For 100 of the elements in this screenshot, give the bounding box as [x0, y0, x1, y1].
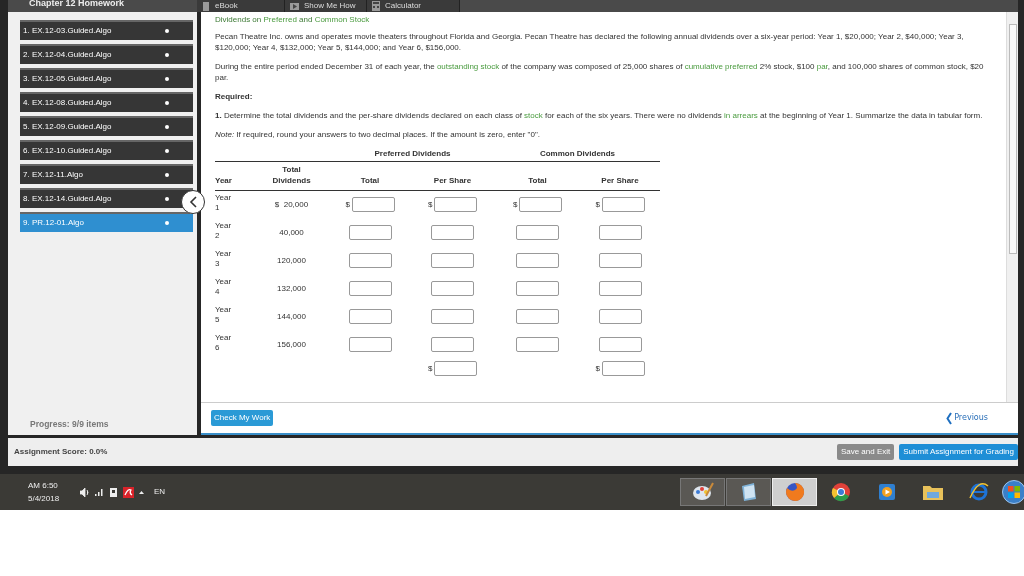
answer-field[interactable] [601, 197, 645, 213]
question-item[interactable]: 4. EX.12-08.Guided.Algo [20, 92, 193, 112]
question-item[interactable]: 7. EX.12-11.Algo [20, 164, 193, 184]
answer-field[interactable] [601, 361, 645, 376]
toolbar-tab[interactable]: Show Me How [285, 0, 367, 12]
glossary-link[interactable]: Common Stock [314, 15, 370, 24]
answer-field[interactable] [431, 225, 474, 240]
folder-icon [921, 483, 944, 501]
glossary-link[interactable]: stock [524, 111, 543, 120]
currency-sign: $ [428, 363, 434, 374]
glossary-link[interactable]: cumulative preferred [684, 62, 758, 71]
currency-sign: $ [513, 199, 519, 211]
speaker-icon[interactable] [80, 487, 90, 497]
problem-title: Dividends on Preferred and Common Stock [215, 14, 371, 25]
problem-text: Note: If required, round your answers to two decimal places. If the amount is zero, enter "0". [215, 129, 541, 140]
year-cell-text: Year 4 [215, 275, 233, 298]
e-logo-icon [967, 482, 990, 502]
windows-flag-icon [1008, 486, 1020, 498]
play-icon [877, 482, 896, 502]
chevron-left-icon [189, 196, 197, 208]
currency-sign: $ [428, 199, 434, 211]
antivirus-icon[interactable] [123, 486, 134, 498]
answer-field[interactable] [598, 309, 642, 324]
dividend-cell: $ 20,000 [253, 190, 330, 219]
answer-field[interactable] [431, 281, 474, 296]
glossary-link[interactable]: in arrears [724, 111, 758, 120]
answer-field[interactable] [431, 337, 474, 352]
answer-field[interactable] [348, 309, 392, 324]
question-item[interactable]: 2. EX.12-04.Guided.Algo [20, 44, 193, 64]
taskbar-app[interactable] [680, 478, 725, 506]
clock-date: 5/4/2018 [28, 493, 61, 505]
question-item[interactable]: 3. EX.12-05.Guided.Algo [20, 68, 193, 88]
answer-field[interactable] [516, 225, 559, 240]
taskbar-app[interactable] [726, 478, 771, 506]
fox-globe-icon [784, 482, 805, 502]
glossary-link[interactable]: Preferred [263, 15, 297, 24]
answer-field[interactable] [431, 309, 474, 324]
assignment-title: Chapter 12 Homework [28, 0, 126, 10]
answer-field[interactable] [519, 197, 562, 213]
column-header: Per Share [410, 161, 495, 191]
previous-link[interactable]: Previous [946, 411, 988, 425]
answer-field[interactable] [351, 197, 395, 213]
dividend-cell-text: 120,000 [276, 255, 307, 267]
problem-text: Required: [215, 91, 254, 102]
calculator-icon [372, 1, 380, 11]
answer-field[interactable] [516, 337, 559, 352]
column-header: Total [495, 161, 580, 191]
year-cell-text: Year 5 [215, 303, 233, 326]
toolbar-tab[interactable]: eBook [197, 0, 285, 12]
answer-field[interactable] [431, 253, 474, 268]
caret-up-icon[interactable] [139, 490, 144, 494]
answer-field[interactable] [598, 225, 642, 240]
book-icon [202, 1, 210, 11]
problem-text: Pecan Theatre Inc. owns and operates movie theaters throughout Florida and Georgia. Pecan Theatre has declared the following annual dividends over a six-year period: Year 1, $20,000; Year 2, $40,000; Year 3, $120,000; Year 4, $132,000; Year 5, $144,000; and Year 6, $156,000. [215, 31, 965, 53]
scrollbar[interactable] [1006, 12, 1018, 402]
start-button[interactable] [1002, 480, 1024, 504]
toolbar-tab[interactable]: Calculator [367, 0, 460, 12]
dividend-cell-text: 132,000 [276, 283, 307, 295]
answer-field[interactable] [598, 281, 642, 296]
answer-field[interactable] [434, 361, 477, 376]
answer-field[interactable] [516, 309, 559, 324]
column-header: Year [215, 161, 253, 191]
answer-field[interactable] [348, 337, 392, 352]
clock-time: AM 6:50 [28, 480, 59, 492]
progress-text: Progress: 9/9 items [29, 418, 110, 432]
language-indicator[interactable]: EN [154, 486, 166, 498]
submit-button[interactable]: Submit Assignment for Grading [899, 444, 1018, 460]
problem-text: During the entire period ended December 31 of each year, the outstanding stock of the company was composed of 25,000 shares of cumulative preferred 2% stock, $100 par, and 100,000 shares of common stock, $20 par. [215, 61, 985, 83]
answer-field[interactable] [348, 253, 392, 268]
question-item[interactable]: 5. EX.12-09.Guided.Algo [20, 116, 193, 136]
currency-sign: $ [595, 363, 601, 374]
answer-field[interactable] [516, 253, 559, 268]
wheel-icon [830, 482, 851, 502]
year-cell: Year 1 [215, 190, 253, 219]
chevron-left-icon [946, 411, 953, 425]
column-header: Total [330, 161, 410, 191]
assignment-score: Assignment Score: 0.0% [14, 446, 108, 458]
problem-text: 1. Determine the total dividends and the per-share dividends declared on each class of stock for each of the six years. There were no dividends in arrears at the beginning of Year 1. Summarize the data in tabular form. [215, 110, 984, 121]
power-plug-icon[interactable] [109, 487, 118, 497]
column-header: Per Share [580, 161, 660, 191]
signal-icon[interactable] [95, 488, 104, 496]
video-icon [290, 2, 299, 10]
answer-field[interactable] [348, 281, 392, 296]
dividend-cell-text: 144,000 [276, 311, 307, 323]
question-item[interactable]: 1. EX.12-03.Guided.Algo [20, 20, 193, 40]
palette-icon [691, 482, 714, 502]
answer-field[interactable] [516, 281, 559, 296]
answer-field[interactable] [598, 253, 642, 268]
year-cell-text: Year 3 [215, 247, 233, 270]
column-header: Total Dividends [253, 161, 330, 191]
glossary-link[interactable]: par [816, 62, 828, 71]
answer-field[interactable] [598, 337, 642, 352]
answer-field[interactable] [348, 225, 392, 240]
answer-field[interactable] [434, 197, 477, 213]
glossary-link[interactable]: outstanding stock [436, 62, 500, 71]
dividend-cell-text: 156,000 [276, 339, 307, 351]
question-item[interactable]: 8. EX.12-14.Guided.Algo [20, 188, 193, 208]
question-item[interactable]: 6. EX.12-10.Guided.Algo [20, 140, 193, 160]
question-item[interactable]: 9. PR.12-01.Algo [20, 212, 193, 232]
year-cell-text: Year 2 [215, 219, 233, 242]
